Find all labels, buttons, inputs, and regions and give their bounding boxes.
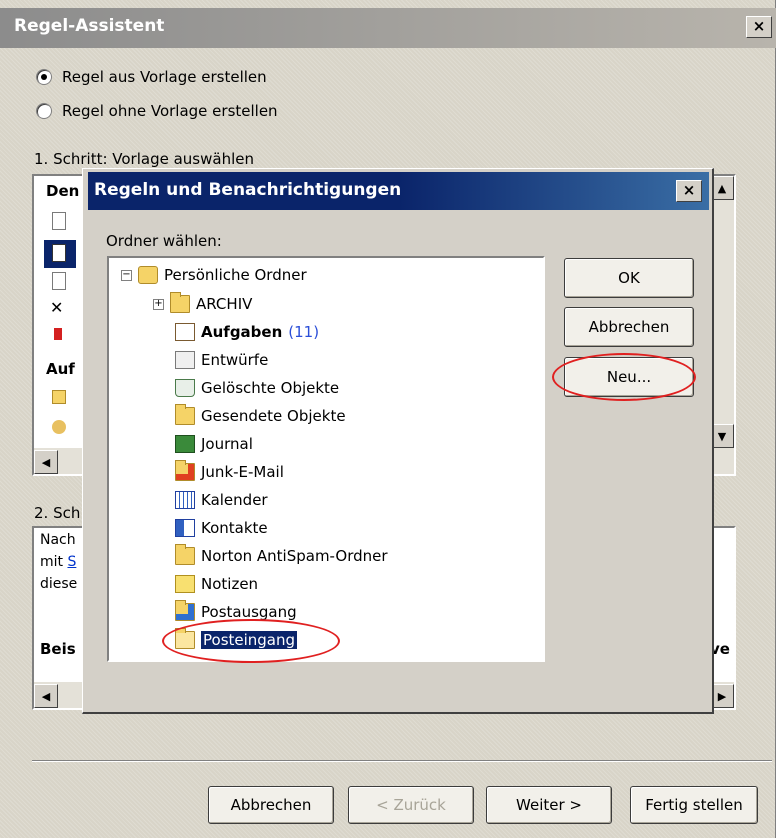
tree-item-norton[interactable]: Norton AntiSpam-Ordner <box>175 544 388 565</box>
tree-item-notizen[interactable]: Notizen <box>175 575 258 593</box>
tree-item-journal[interactable]: Journal <box>175 435 253 453</box>
tree-item-kontakte[interactable]: Kontakte <box>175 519 268 537</box>
wizard-next-button[interactable]: Weiter > <box>486 786 612 824</box>
folder-icon <box>170 292 190 313</box>
collapse-icon[interactable]: − <box>121 269 132 281</box>
notes-icon <box>175 575 195 593</box>
template-doc-icon <box>52 272 66 290</box>
tree-item-label: Aufgaben <box>201 323 283 341</box>
wizard-close-icon[interactable]: × <box>746 16 772 38</box>
description-line-2: mit S <box>40 554 77 570</box>
folder-tree[interactable]: − Persönliche Ordner + ARCHIV Aufgaben (… <box>107 256 545 662</box>
separator <box>32 760 772 762</box>
step2-label: 2. Sch <box>34 504 81 522</box>
template-delete-icon: ✕ <box>50 298 64 317</box>
tree-item-label: Entwürfe <box>201 351 269 369</box>
tree-item-archiv[interactable]: + ARCHIV <box>153 292 253 313</box>
drafts-icon <box>175 351 195 369</box>
tree-root[interactable]: − Persönliche Ordner <box>121 266 307 284</box>
radio-unselected-icon[interactable] <box>36 103 52 119</box>
ok-button[interactable]: OK <box>564 258 694 298</box>
radio-from-template[interactable]: Regel aus Vorlage erstellen <box>36 68 267 86</box>
outbox-icon <box>175 600 195 621</box>
dialog-title: Regeln und Benachrichtigungen <box>94 180 402 200</box>
tasks-icon <box>175 323 195 341</box>
tree-item-label: Junk-E-Mail <box>201 463 284 481</box>
tree-item-kalender[interactable]: Kalender <box>175 491 268 509</box>
template-doc-icon <box>52 212 66 230</box>
tree-root-label: Persönliche Ordner <box>164 266 307 284</box>
trash-icon <box>175 379 195 397</box>
tree-item-label: Gesendete Objekte <box>201 407 346 425</box>
tree-item-junk[interactable]: Junk-E-Mail <box>175 460 284 481</box>
description-link[interactable]: S <box>67 554 76 570</box>
description-bold-left: Beis <box>40 640 76 658</box>
template-mail-icon <box>52 390 66 404</box>
calendar-icon <box>175 491 195 509</box>
highlight-ring <box>162 619 340 663</box>
expand-icon[interactable]: + <box>153 298 164 310</box>
description-line-3: diese <box>40 576 78 592</box>
tree-item-label: Kalender <box>201 491 268 509</box>
scroll-left-icon[interactable]: ◀ <box>34 684 58 708</box>
template-doc-icon <box>52 244 66 262</box>
template-group2-header: Auf <box>46 360 75 378</box>
contacts-icon <box>175 519 195 537</box>
template-flag-icon <box>54 328 62 340</box>
tree-item-gesendete[interactable]: Gesendete Objekte <box>175 404 346 425</box>
radio-without-template-label: Regel ohne Vorlage erstellen <box>62 102 278 120</box>
tree-item-label: Kontakte <box>201 519 268 537</box>
tree-item-label: Notizen <box>201 575 259 593</box>
tree-item-label: Journal <box>201 435 253 453</box>
personal-folders-icon <box>138 266 158 284</box>
wizard-title: Regel-Assistent <box>14 16 165 36</box>
dialog-cancel-button[interactable]: Abbrechen <box>564 307 694 347</box>
wizard-title-bar: Regel-Assistent <box>0 8 776 48</box>
scroll-left-icon[interactable]: ◀ <box>34 450 58 474</box>
tree-item-entwuerfe[interactable]: Entwürfe <box>175 351 268 369</box>
description-line-1: Nach <box>40 532 76 548</box>
unread-count: (11) <box>288 323 320 341</box>
sent-icon <box>175 404 195 425</box>
highlight-ring <box>552 353 696 401</box>
wizard-back-button[interactable]: < Zurück <box>348 786 474 824</box>
template-bell-icon <box>52 420 66 434</box>
wizard-finish-button[interactable]: Fertig stellen <box>630 786 758 824</box>
dialog-title-bar: Regeln und Benachrichtigungen <box>88 172 709 210</box>
tree-item-label: Norton AntiSpam-Ordner <box>201 547 388 565</box>
journal-icon <box>175 435 195 453</box>
dialog-close-icon[interactable]: × <box>676 180 702 202</box>
radio-without-template[interactable]: Regel ohne Vorlage erstellen <box>36 102 278 120</box>
tree-item-aufgaben[interactable]: Aufgaben (11) <box>175 323 319 341</box>
junk-icon <box>175 460 195 481</box>
tree-item-label: ARCHIV <box>196 295 253 313</box>
template-group-header: Den <box>46 182 80 200</box>
wizard-cancel-button[interactable]: Abbrechen <box>208 786 334 824</box>
radio-from-template-label: Regel aus Vorlage erstellen <box>62 68 267 86</box>
folder-select-label: Ordner wählen: <box>106 232 222 250</box>
radio-selected-icon[interactable] <box>36 69 52 85</box>
folder-icon <box>175 544 195 565</box>
step1-label: 1. Schritt: Vorlage auswählen <box>34 150 254 168</box>
tree-item-geloeschte[interactable]: Gelöschte Objekte <box>175 379 339 397</box>
tree-item-label: Gelöschte Objekte <box>201 379 340 397</box>
